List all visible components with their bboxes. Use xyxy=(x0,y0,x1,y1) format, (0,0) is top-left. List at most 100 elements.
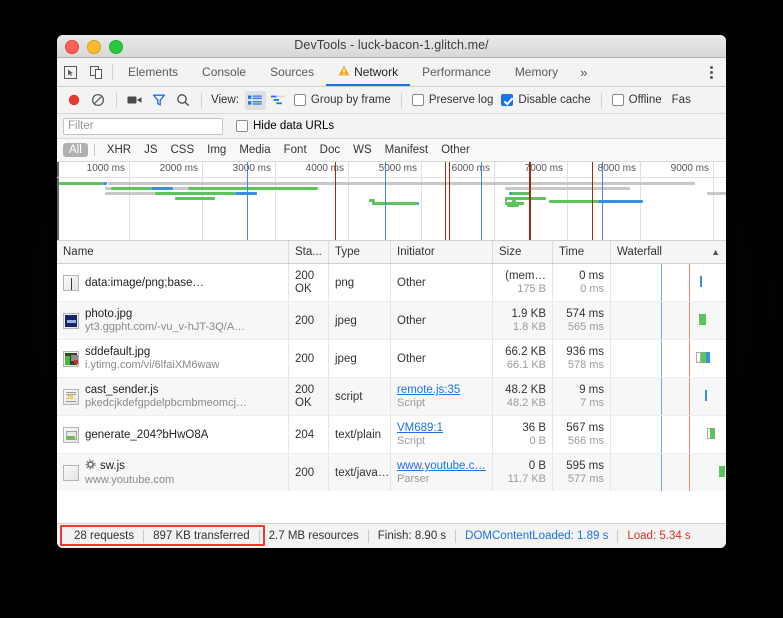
column-header-status[interactable]: Sta... xyxy=(289,241,329,263)
group-by-frame-box[interactable] xyxy=(294,94,306,106)
type-filter-font[interactable]: Font xyxy=(278,143,313,157)
record-button-icon[interactable] xyxy=(63,90,85,110)
more-tabs-button[interactable]: » xyxy=(570,58,597,86)
initiator-link[interactable]: VM689:1 xyxy=(397,422,443,434)
kebab-menu-icon[interactable] xyxy=(700,66,722,79)
tab-performance[interactable]: Performance xyxy=(410,58,503,86)
cell-status: 200 OK xyxy=(289,378,329,415)
search-icon[interactable] xyxy=(172,90,194,110)
offline-checkbox[interactable]: Offline xyxy=(612,94,662,106)
tabstrip-right-controls xyxy=(693,58,726,86)
cell-name[interactable]: data:image/png;base… xyxy=(57,264,289,301)
dom-content-loaded-marker xyxy=(602,162,603,240)
column-header-size[interactable]: Size xyxy=(493,241,553,263)
filter-icon[interactable] xyxy=(148,90,170,110)
throttling-dropdown[interactable]: Fas xyxy=(672,94,691,106)
cell-name[interactable]: generate_204?bHwO8A xyxy=(57,416,289,453)
service-worker-icon xyxy=(85,459,96,473)
waterfall-view-icon[interactable] xyxy=(268,91,289,110)
cell-type: png xyxy=(329,264,391,301)
offline-box[interactable] xyxy=(612,94,624,106)
table-row[interactable]: data:image/png;base… 200 OK png Other (m… xyxy=(57,264,726,302)
filter-input[interactable]: Filter xyxy=(63,118,223,135)
type-filter-other[interactable]: Other xyxy=(435,143,476,157)
initiator-link[interactable]: remote.js:35 xyxy=(397,384,460,396)
group-by-frame-checkbox[interactable]: Group by frame xyxy=(294,94,391,106)
list-view-icon[interactable] xyxy=(245,91,266,110)
type-filter-js[interactable]: JS xyxy=(138,143,163,157)
overview-request-bar xyxy=(111,187,151,190)
table-row[interactable]: JS cast_sender.js pkedcjkdefgpdelpbcmbme… xyxy=(57,378,726,416)
column-header-name[interactable]: Name xyxy=(57,241,289,263)
dom-content-loaded-marker xyxy=(661,454,662,491)
cell-type: jpeg xyxy=(329,340,391,377)
hide-data-urls-label: Hide data URLs xyxy=(253,120,334,132)
column-header-type[interactable]: Type xyxy=(329,241,391,263)
table-row[interactable]: generate_204?bHwO8A 204 text/plain VM689… xyxy=(57,416,726,454)
hide-data-urls-box[interactable] xyxy=(236,120,248,132)
disable-cache-box[interactable] xyxy=(501,94,513,106)
hide-data-urls-checkbox[interactable]: Hide data URLs xyxy=(236,120,334,132)
overview-tick-label: 9000 ms xyxy=(671,163,713,174)
device-toolbar-icon[interactable] xyxy=(83,58,109,86)
tab-elements[interactable]: Elements xyxy=(116,58,190,86)
cell-name[interactable]: sw.js www.youtube.com xyxy=(57,454,289,491)
initiator-link[interactable]: www.youtube.c… xyxy=(397,460,486,472)
request-name: data:image/png;base… xyxy=(85,277,204,289)
type-filter-ws[interactable]: WS xyxy=(347,143,378,157)
tab-console[interactable]: Console xyxy=(190,58,258,86)
size-value: 0 B xyxy=(529,460,546,472)
cell-initiator[interactable]: VM689:1 Script xyxy=(391,416,493,453)
status-text: OK xyxy=(295,283,312,295)
tab-sources[interactable]: Sources xyxy=(258,58,326,86)
table-row[interactable]: sw.js www.youtube.com 200 text/java… www… xyxy=(57,454,726,491)
network-overview-timeline[interactable]: 1000 ms 2000 ms 3000 ms 4000 ms 5000 ms … xyxy=(57,162,726,241)
type-filter-manifest[interactable]: Manifest xyxy=(379,143,434,157)
cell-size: 48.2 KB 48.2 KB xyxy=(493,378,553,415)
preserve-log-checkbox[interactable]: Preserve log xyxy=(412,94,494,106)
cell-waterfall xyxy=(611,302,726,339)
overview-tick-label: 3000 ms xyxy=(233,163,275,174)
capture-screenshots-icon[interactable] xyxy=(124,90,146,110)
image-placeholder-icon xyxy=(63,275,79,291)
type-filter-xhr[interactable]: XHR xyxy=(101,143,137,157)
cell-name[interactable]: photo.jpg yt3.ggpht.com/-vu_v-hJT-3Q/A… xyxy=(57,302,289,339)
preserve-log-box[interactable] xyxy=(412,94,424,106)
status-text: OK xyxy=(295,397,312,409)
time-value: 567 ms xyxy=(566,422,604,434)
disable-cache-checkbox[interactable]: Disable cache xyxy=(501,94,590,106)
sort-ascending-icon: ▲ xyxy=(711,247,720,257)
column-header-time[interactable]: Time xyxy=(553,241,611,263)
preserve-log-label: Preserve log xyxy=(429,94,494,106)
tab-network[interactable]: Network xyxy=(326,58,410,86)
tab-memory[interactable]: Memory xyxy=(503,58,570,86)
overview-gridline xyxy=(713,162,714,240)
overview-request-bar xyxy=(417,202,419,205)
table-row[interactable]: sddefault.jpg i.ytimg.com/vi/6lfaiXM6waw… xyxy=(57,340,726,378)
time-value: 0 ms xyxy=(579,270,604,282)
overview-left-handle[interactable] xyxy=(57,162,59,240)
inspect-element-icon[interactable] xyxy=(57,58,83,86)
cell-name[interactable]: JS cast_sender.js pkedcjkdefgpdelpbcmbme… xyxy=(57,378,289,415)
type-filter-doc[interactable]: Doc xyxy=(314,143,346,157)
resource-type-filters: All XHR JS CSS Img Media Font Doc WS Man… xyxy=(57,139,726,162)
type-filter-css[interactable]: CSS xyxy=(164,143,200,157)
table-row[interactable]: photo.jpg yt3.ggpht.com/-vu_v-hJT-3Q/A… … xyxy=(57,302,726,340)
cell-name[interactable]: sddefault.jpg i.ytimg.com/vi/6lfaiXM6waw xyxy=(57,340,289,377)
toolbar-divider-2 xyxy=(201,93,202,108)
clear-icon[interactable] xyxy=(87,90,109,110)
cell-initiator[interactable]: remote.js:35 Script xyxy=(391,378,493,415)
network-control-toolbar: View: Group by frame xyxy=(57,87,726,114)
cell-initiator[interactable]: www.youtube.c… Parser xyxy=(391,454,493,491)
request-name: cast_sender.js xyxy=(85,384,247,396)
type-filter-all[interactable]: All xyxy=(63,143,88,157)
type-filter-img[interactable]: Img xyxy=(201,143,232,157)
time-sub: 0 ms xyxy=(580,283,604,295)
size-value: (mem… xyxy=(505,270,546,282)
column-header-waterfall[interactable]: Waterfall ▲ xyxy=(611,241,726,263)
overview-gridline xyxy=(275,162,276,240)
type-filter-media[interactable]: Media xyxy=(233,143,276,157)
column-header-initiator[interactable]: Initiator xyxy=(391,241,493,263)
time-sub: 565 ms xyxy=(568,321,604,333)
overview-request-bar xyxy=(505,187,630,190)
